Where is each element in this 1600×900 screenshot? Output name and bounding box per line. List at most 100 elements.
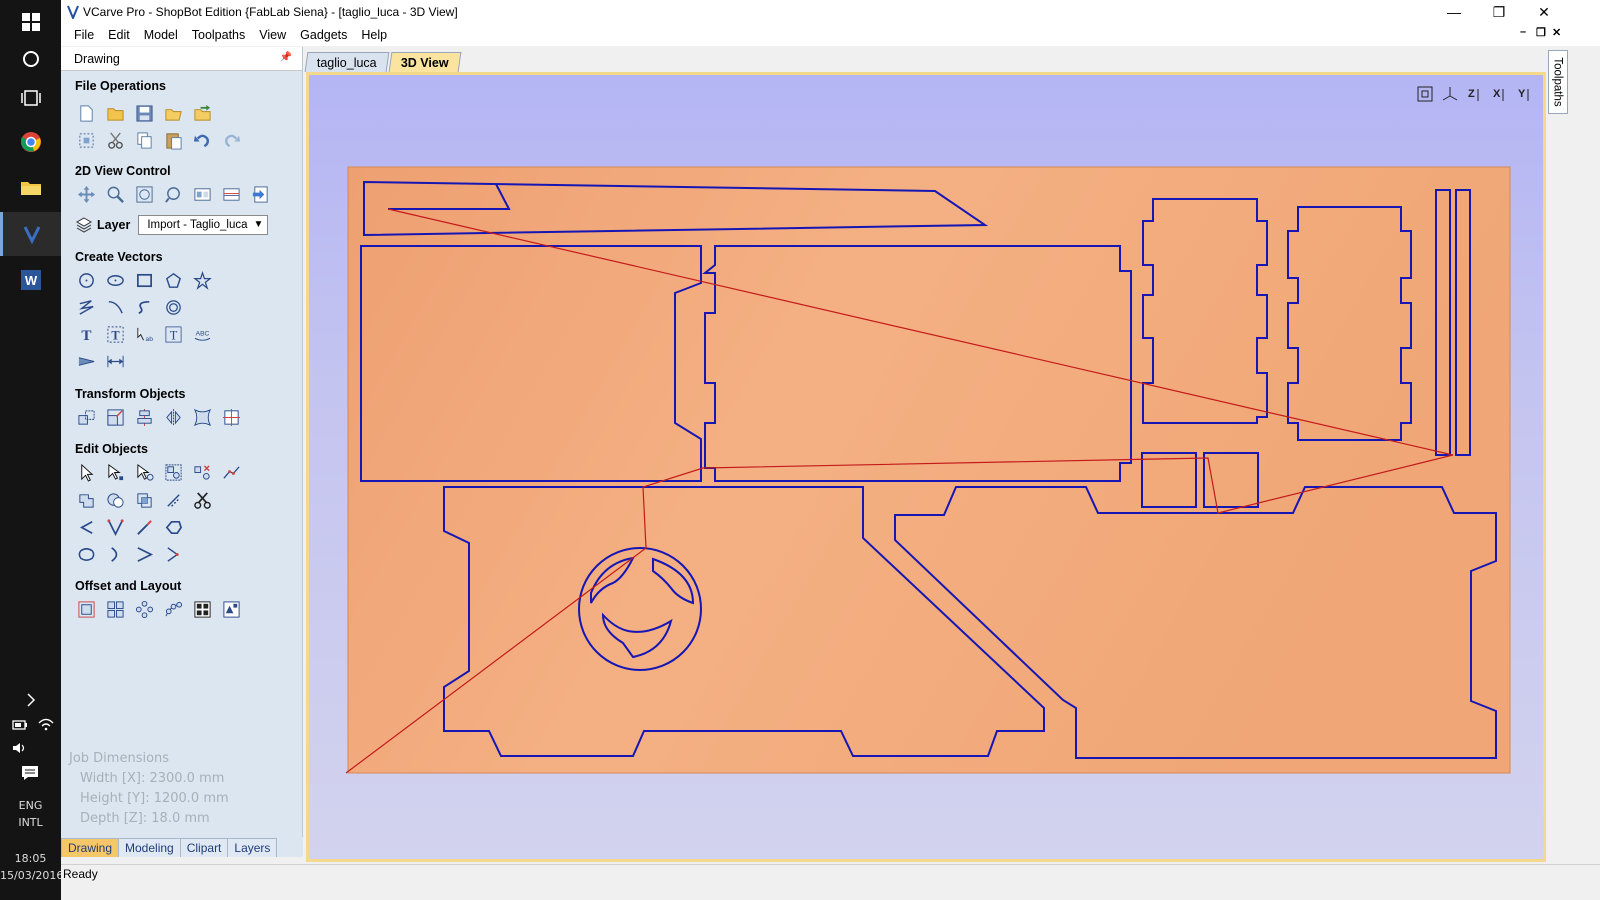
cortana-button[interactable] xyxy=(0,37,61,81)
curve-fit-icon[interactable] xyxy=(104,543,127,566)
text-box-icon[interactable]: T xyxy=(104,323,127,346)
tab-clipart[interactable]: Clipart xyxy=(179,838,229,857)
draw-text-icon[interactable]: T xyxy=(75,323,98,346)
auto-nest-icon[interactable] xyxy=(220,598,243,621)
draw-curve-icon[interactable] xyxy=(104,296,127,319)
menu-view[interactable]: View xyxy=(252,28,293,42)
draw-ellipse-icon[interactable] xyxy=(104,269,127,292)
toolpaths-side-tab[interactable]: Toolpaths xyxy=(1548,50,1568,114)
text-on-curve-icon[interactable]: ab xyxy=(133,323,156,346)
menu-edit[interactable]: Edit xyxy=(101,28,137,42)
weld-icon[interactable] xyxy=(75,489,98,512)
draw-rectangle-icon[interactable] xyxy=(133,269,156,292)
close-button[interactable]: ✕ xyxy=(1521,0,1567,24)
subtract-icon[interactable] xyxy=(104,489,127,512)
vcarve-taskbar-button[interactable] xyxy=(0,212,61,256)
volume-icon[interactable] xyxy=(12,741,28,758)
show-hidden-icons-button[interactable] xyxy=(0,680,61,720)
tab-drawing[interactable]: Drawing xyxy=(61,838,120,857)
cut-icon[interactable] xyxy=(104,129,127,152)
menu-gadgets[interactable]: Gadgets xyxy=(293,28,354,42)
draw-star-icon[interactable] xyxy=(191,269,214,292)
circular-array-icon[interactable] xyxy=(133,598,156,621)
mdi-close-button[interactable]: ✕ xyxy=(1552,26,1561,39)
array-copy-icon[interactable] xyxy=(104,598,127,621)
tab-modeling[interactable]: Modeling xyxy=(118,838,181,857)
nesting-icon[interactable] xyxy=(191,598,214,621)
scissors-icon[interactable] xyxy=(191,489,214,512)
tab-3d-view[interactable]: 3D View xyxy=(388,52,461,72)
copy-along-vector-icon[interactable] xyxy=(162,598,185,621)
align-icon[interactable] xyxy=(133,406,156,429)
text-arc-icon[interactable]: ABC xyxy=(191,323,214,346)
draw-circle-icon[interactable] xyxy=(75,269,98,292)
draw-polyline-icon[interactable] xyxy=(75,296,98,319)
close-vector-icon[interactable] xyxy=(162,516,185,539)
rulers-icon[interactable] xyxy=(220,183,243,206)
clock[interactable]: 18:05 15/03/2016 xyxy=(0,850,63,884)
open-file-icon[interactable] xyxy=(104,102,127,125)
arc-fit-icon[interactable] xyxy=(133,543,156,566)
menu-toolpaths[interactable]: Toolpaths xyxy=(185,28,253,42)
pin-icon[interactable]: 📌 xyxy=(280,52,292,63)
zoom-icon[interactable] xyxy=(104,183,127,206)
tab-layers[interactable]: Layers xyxy=(227,838,278,857)
view-toggle-icon[interactable] xyxy=(249,183,272,206)
minimize-button[interactable]: — xyxy=(1431,0,1477,24)
extend-icon[interactable] xyxy=(133,516,156,539)
chrome-taskbar-button[interactable] xyxy=(0,120,61,164)
select-pointer-icon[interactable] xyxy=(75,461,98,484)
new-file-icon[interactable] xyxy=(75,102,98,125)
redo-icon[interactable] xyxy=(220,129,243,152)
zoom-selected-icon[interactable] xyxy=(162,183,185,206)
offset-icon[interactable] xyxy=(75,598,98,621)
mirror-icon[interactable] xyxy=(162,406,185,429)
set-position-icon[interactable] xyxy=(220,406,243,429)
tab-taglio-luca[interactable]: taglio_luca xyxy=(304,52,390,72)
open-folder-icon[interactable] xyxy=(162,102,185,125)
wifi-icon[interactable] xyxy=(38,717,54,731)
import-icon[interactable] xyxy=(191,102,214,125)
bezier-fit-icon[interactable] xyxy=(162,543,185,566)
explorer-taskbar-button[interactable] xyxy=(0,165,61,209)
menu-model[interactable]: Model xyxy=(137,28,185,42)
ungroup-icon[interactable] xyxy=(191,461,214,484)
measure-icon[interactable] xyxy=(104,350,127,373)
intersect-icon[interactable] xyxy=(133,489,156,512)
distort-icon[interactable] xyxy=(191,406,214,429)
mdi-restore-button[interactable]: ❐ xyxy=(1536,26,1546,39)
select-all-icon[interactable] xyxy=(75,129,98,152)
view-mode-icon[interactable] xyxy=(191,183,214,206)
draw-spiral-icon[interactable] xyxy=(162,296,185,319)
chamfer-icon[interactable] xyxy=(104,516,127,539)
trim-icon[interactable] xyxy=(162,489,185,512)
zoom-extents-icon[interactable] xyxy=(133,183,156,206)
restore-button[interactable]: ❐ xyxy=(1476,0,1522,24)
draw-polygon-icon[interactable] xyxy=(162,269,185,292)
battery-icon[interactable] xyxy=(12,717,28,731)
group-icon[interactable] xyxy=(162,461,185,484)
menu-help[interactable]: Help xyxy=(354,28,394,42)
paste-icon[interactable] xyxy=(162,129,185,152)
node-edit-icon[interactable] xyxy=(104,461,127,484)
3d-view-viewport[interactable]: Z X Y xyxy=(306,72,1546,862)
word-taskbar-button[interactable]: W xyxy=(0,258,61,302)
layer-dropdown[interactable]: Import - Taglio_luca ▼ xyxy=(138,215,269,235)
copy-icon[interactable] xyxy=(133,129,156,152)
fillet-icon[interactable] xyxy=(75,516,98,539)
interactive-select-icon[interactable] xyxy=(133,461,156,484)
scale-icon[interactable] xyxy=(104,406,127,429)
save-icon[interactable] xyxy=(133,102,156,125)
join-vectors-icon[interactable] xyxy=(220,461,243,484)
undo-icon[interactable] xyxy=(191,129,214,152)
task-view-button[interactable] xyxy=(0,76,61,120)
pan-icon[interactable] xyxy=(75,183,98,206)
auto-layout-text-icon[interactable]: T xyxy=(162,323,185,346)
draw-arc-icon[interactable] xyxy=(133,296,156,319)
mdi-minimize-button[interactable]: – xyxy=(1520,26,1526,38)
smooth-icon[interactable] xyxy=(75,543,98,566)
action-center-icon[interactable] xyxy=(21,765,39,784)
move-icon[interactable] xyxy=(75,406,98,429)
dimension-icon[interactable] xyxy=(75,350,98,373)
input-language[interactable]: ENG INTL xyxy=(0,797,61,831)
